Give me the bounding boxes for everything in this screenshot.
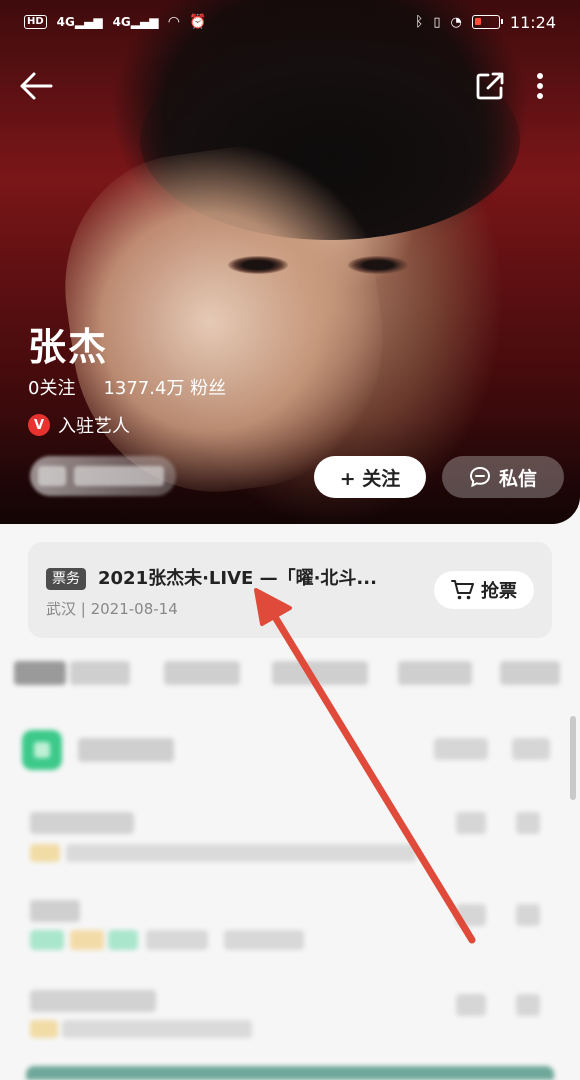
alarm-icon: ⏰ [189,14,207,30]
buy-ticket-label: 抢票 [481,581,517,602]
bluetooth-icon: ᛒ [414,14,424,30]
more-vertical-icon [537,73,543,99]
network-4g-indicator: 4G▂▄▆ [56,15,103,29]
back-arrow-icon [20,72,53,100]
network-4g-indicator: 4G▂▄▆ [112,15,159,29]
buy-ticket-button[interactable]: 抢票 [434,571,534,609]
ticket-card[interactable]: 票务 2021张杰未·LIVE —「曜·北斗... 武汉 | 2021-08-1… [28,542,552,638]
back-button[interactable] [16,66,56,106]
follow-button[interactable]: + 关注 [314,456,426,498]
top-navigation [0,60,580,116]
ticket-meta: 武汉 | 2021-08-14 [46,600,178,618]
status-time: 11:24 [509,12,556,32]
speed-icon: ◔ [450,14,462,30]
share-button[interactable] [470,66,510,106]
cart-icon [451,580,474,600]
hero-photo-eye [348,256,408,274]
following-count[interactable]: 0关注 [28,374,75,400]
vibrate-icon: ▯ [433,14,441,30]
hero-photo-eye [228,256,288,274]
artist-name: 张杰 [28,325,109,369]
verified-badge-icon: V [28,414,50,436]
chat-icon [469,466,490,488]
artist-stats: 0关注 1377.4万 粉丝 [28,374,226,400]
message-button[interactable]: 私信 [442,456,564,498]
more-button[interactable] [520,66,560,106]
wifi-icon: ◠ [168,14,180,30]
ticket-title[interactable]: 2021张杰未·LIVE —「曜·北斗... [98,564,438,590]
followers-count[interactable]: 1377.4万 粉丝 [103,374,226,400]
verified-artist-label: V 入驻艺人 [28,412,130,438]
hd-indicator: HD [24,15,47,29]
share-icon [476,72,504,100]
blurred-tag [30,456,176,496]
ticket-tag: 票务 [46,568,86,590]
status-bar: HD 4G▂▄▆ 4G▂▄▆ ◠ ⏰ ᛒ ▯ ◔ 11:24 [0,0,580,44]
battery-icon [471,15,503,29]
follow-label: + 关注 [339,467,401,490]
scrollbar-thumb[interactable] [570,716,576,800]
message-label: 私信 [498,467,537,490]
blurred-tabs [0,655,580,691]
verified-text: 入驻艺人 [58,416,130,437]
